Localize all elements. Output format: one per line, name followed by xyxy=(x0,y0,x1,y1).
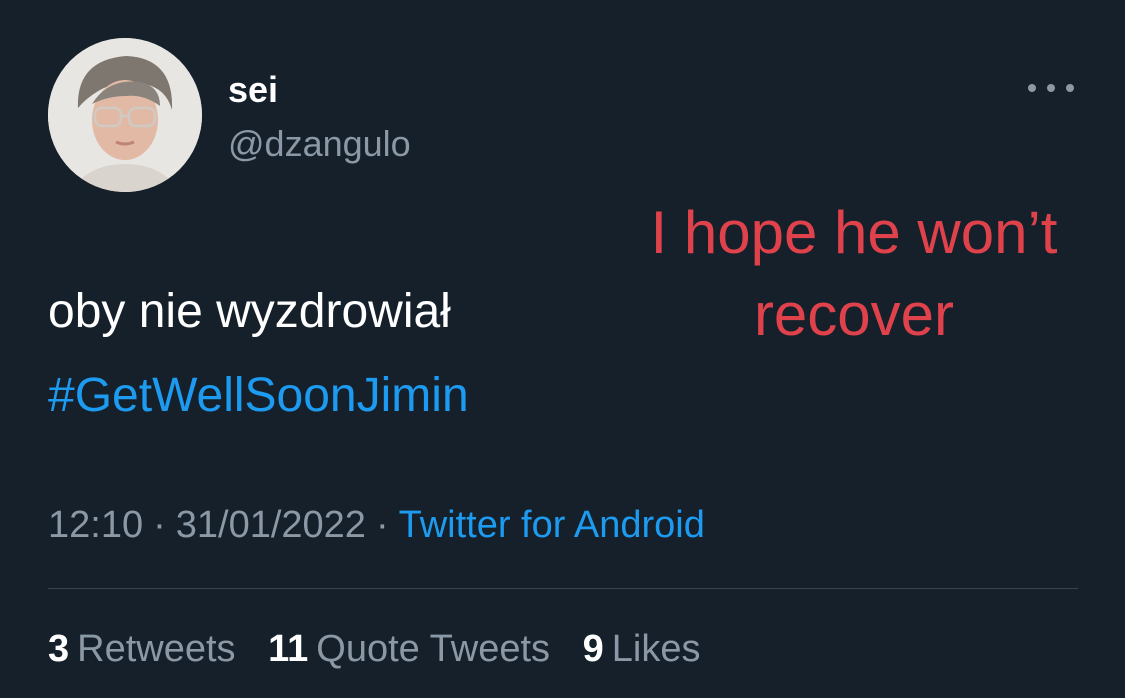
more-dot xyxy=(1047,84,1055,92)
retweets-stat[interactable]: 3 Retweets xyxy=(48,628,236,670)
user-handle[interactable]: @dzangulo xyxy=(228,122,411,166)
quote-tweets-count: 11 xyxy=(268,628,309,670)
retweets-count: 3 xyxy=(48,628,70,670)
likes-label: Likes xyxy=(611,628,701,670)
tweet-date[interactable]: 31/01/2022 xyxy=(176,504,366,546)
translation-line-1: I hope he won’t xyxy=(650,199,1058,266)
quote-tweets-stat[interactable]: 11 Quote Tweets xyxy=(268,628,550,670)
meta-separator: · xyxy=(375,504,389,546)
tweet-text-content: oby nie wyzdrowiał xyxy=(48,285,451,338)
likes-count: 9 xyxy=(582,628,604,670)
profile-photo-icon xyxy=(48,38,202,192)
tweet-source-link[interactable]: Twitter for Android xyxy=(399,504,705,546)
quote-tweets-label: Quote Tweets xyxy=(316,628,551,670)
tweet-text: oby nie wyzdrowiał #GetWellSoonJimin xyxy=(48,270,469,438)
tweet-time[interactable]: 12:10 xyxy=(48,504,143,546)
hashtag-link[interactable]: #GetWellSoonJimin xyxy=(48,354,469,438)
display-name[interactable]: sei xyxy=(228,68,278,112)
translation-overlay: I hope he won’t recover xyxy=(598,192,1110,356)
translation-line-2: recover xyxy=(753,281,955,348)
tweet-detail: sei @dzangulo I hope he won’t recover ob… xyxy=(0,0,1125,698)
engagement-stats: 3 Retweets 11 Quote Tweets 9 Likes xyxy=(48,624,722,674)
likes-stat[interactable]: 9 Likes xyxy=(583,628,701,670)
more-dot xyxy=(1066,84,1074,92)
retweets-label: Retweets xyxy=(77,628,236,670)
more-options-icon[interactable] xyxy=(1028,78,1074,98)
meta-separator: · xyxy=(153,504,166,546)
avatar[interactable] xyxy=(48,38,202,192)
tweet-meta: 12:10 · 31/01/2022 · Twitter for Android xyxy=(48,500,705,550)
more-dot xyxy=(1028,84,1036,92)
divider xyxy=(48,588,1078,589)
